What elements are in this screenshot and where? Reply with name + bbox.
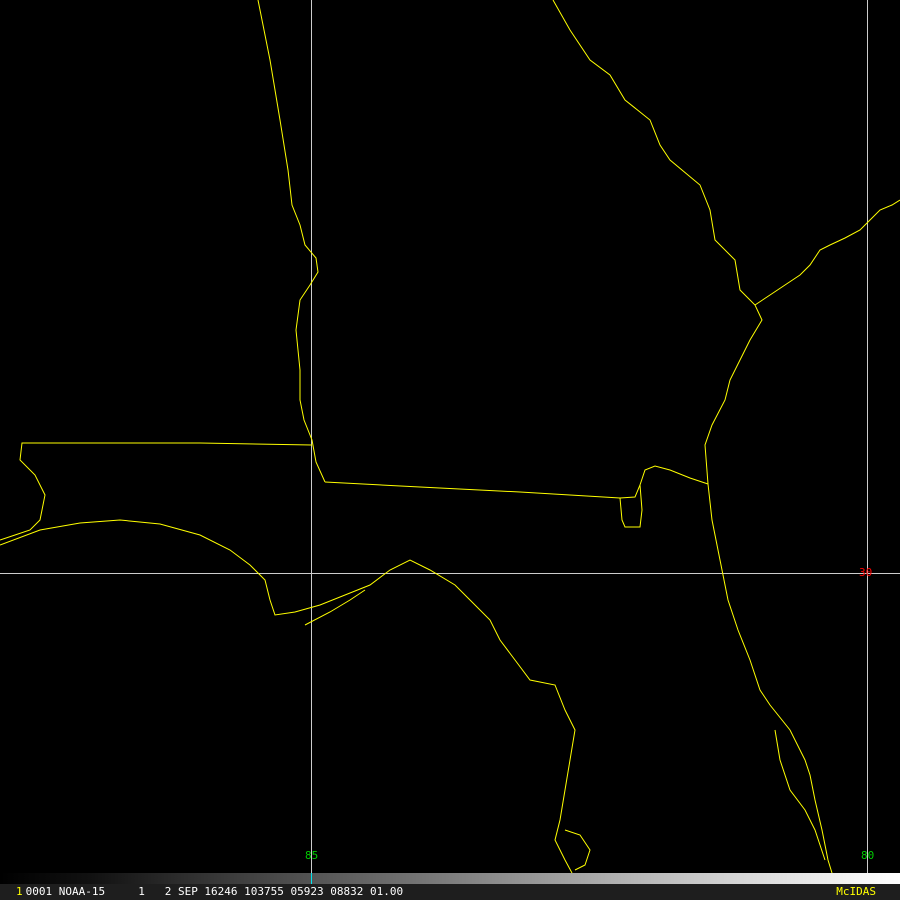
lat-label-30: 30: [859, 566, 873, 579]
georgia-sc-border: [552, 0, 763, 485]
st-george-island: [304, 589, 366, 626]
lon-label-85: 85: [305, 849, 319, 862]
lat-lon-grid: [0, 0, 900, 873]
frame-number: 1: [16, 885, 23, 898]
panhandle-coast: [0, 519, 576, 873]
alabama-georgia-border: [257, 0, 326, 483]
image-info: 0001 NOAA-15 1 2 SEP 16246 103755 05923 …: [25, 885, 404, 898]
coastline-borders: [0, 0, 900, 873]
florida-panhandle-notch: [619, 484, 643, 528]
florida-east-coast: [707, 483, 833, 873]
al-fl-state-line: [0, 442, 313, 541]
status-bar: 1 0001 NOAA-15 1 2 SEP 16246 103755 0592…: [0, 884, 900, 900]
georgia-florida-border: [324, 465, 709, 499]
scale-cursor-marker: [311, 873, 312, 884]
satellite-image-display[interactable]: 85 80 30 1 0001 NOAA-15 1 2 SEP 16246 10…: [0, 0, 900, 900]
lon-label-80: 80: [861, 849, 875, 862]
mcidas-brand: McIDAS: [836, 885, 876, 898]
tampa-bay: [564, 829, 591, 871]
color-scale-bar: [0, 873, 900, 884]
map-overlay: [0, 0, 900, 873]
sc-coast: [754, 199, 900, 306]
